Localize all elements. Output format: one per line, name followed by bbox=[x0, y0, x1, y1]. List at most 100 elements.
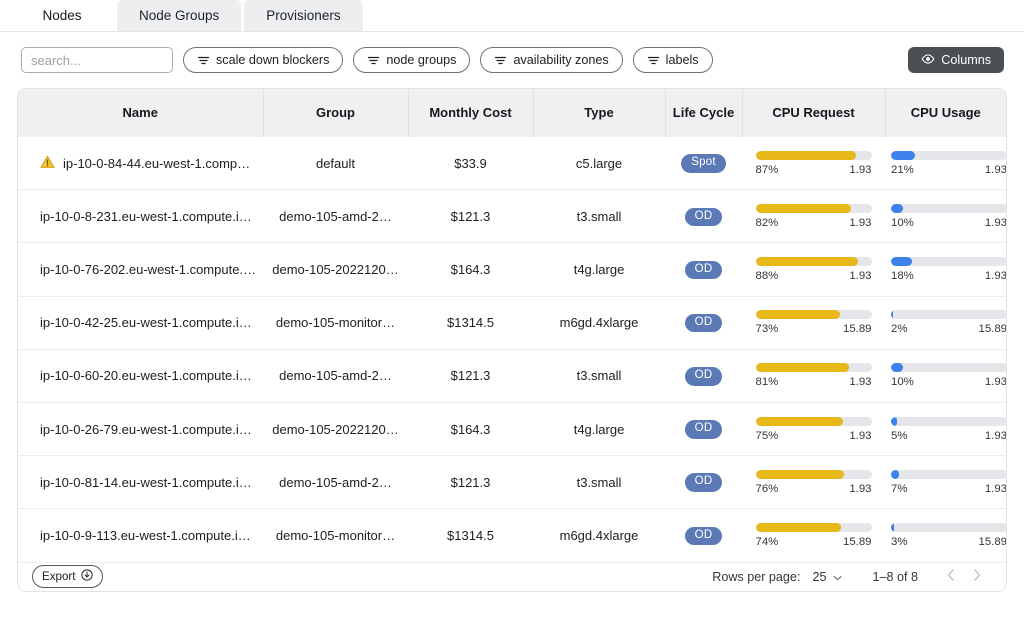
cpu-request-bar-fill bbox=[756, 470, 844, 479]
instance-type: c5.large bbox=[576, 156, 622, 171]
cpu-request-value: 1.93 bbox=[849, 217, 871, 229]
cpu-request-bar-fill bbox=[756, 151, 857, 160]
tab-provisioners[interactable]: Provisioners bbox=[244, 0, 362, 31]
column-header-cpu-usage[interactable]: CPU Usage bbox=[885, 89, 1006, 137]
column-header-life-cycle[interactable]: Life Cycle bbox=[665, 89, 742, 137]
monthly-cost-value: $1314.5 bbox=[447, 528, 494, 543]
cell-type: t3.small bbox=[533, 190, 665, 243]
cpu-request-labels: 76%1.93 bbox=[756, 483, 872, 495]
rows-per-page-select[interactable]: 25 bbox=[812, 570, 842, 584]
node-name: ip-10-0-84-44.eu-west-1.comput… bbox=[63, 156, 257, 171]
cell-name: ip-10-0-81-14.eu-west-1.compute.int… bbox=[18, 456, 263, 509]
table-row[interactable]: ip-10-0-84-44.eu-west-1.comput… default $3… bbox=[18, 137, 1006, 190]
column-header-cpu-request[interactable]: CPU Request bbox=[742, 89, 885, 137]
cell-name: ip-10-0-26-79.eu-west-1.compute.int… bbox=[18, 402, 263, 455]
table-row[interactable]: ip-10-0-26-79.eu-west-1.compute.int… demo… bbox=[18, 402, 1006, 455]
cpu-usage-bar-fill bbox=[891, 257, 912, 266]
cpu-request-metric: 87%1.93 bbox=[756, 151, 872, 176]
cpu-usage-labels: 10%1.93 bbox=[891, 376, 1006, 388]
life-cycle-badge: OD bbox=[685, 314, 723, 333]
cpu-usage-value: 1.93 bbox=[985, 217, 1006, 229]
life-cycle-badge: Spot bbox=[681, 154, 725, 173]
cell-group: demo-105-monitor… bbox=[263, 296, 408, 349]
column-header-monthly-cost[interactable]: Monthly Cost bbox=[408, 89, 533, 137]
cell-cpu-request: 76%1.93 bbox=[742, 456, 885, 509]
tab-nodes[interactable]: Nodes bbox=[10, 0, 114, 31]
cpu-request-metric: 73%15.89 bbox=[756, 310, 872, 335]
cpu-request-metric: 82%1.93 bbox=[756, 204, 872, 229]
columns-button[interactable]: Columns bbox=[908, 47, 1004, 73]
table-row[interactable]: ip-10-0-76-202.eu-west-1.compute.i…demo-… bbox=[18, 243, 1006, 296]
search-input[interactable] bbox=[21, 47, 173, 73]
filter-node-groups[interactable]: node groups bbox=[353, 47, 470, 73]
cpu-request-percent: 75% bbox=[756, 430, 779, 442]
warning-icon bbox=[40, 155, 55, 172]
cell-cpu-usage: 10% 1.93 bbox=[885, 190, 1006, 243]
tab-node-groups[interactable]: Node Groups bbox=[117, 0, 241, 31]
cell-type: m6gd.4xlarge bbox=[533, 509, 665, 562]
table-footer: Export Rows per page: 25 1–8 of 8 bbox=[18, 562, 1006, 592]
toolbar: scale down blockers node groups availabi… bbox=[0, 32, 1024, 88]
cell-group: default bbox=[263, 137, 408, 190]
cpu-usage-labels: 18%1.93 bbox=[891, 270, 1006, 282]
group-name: demo-105-2022120… bbox=[272, 422, 398, 437]
cell-life-cycle: OD bbox=[665, 402, 742, 455]
cpu-usage-bar-fill bbox=[891, 310, 893, 319]
column-header-group[interactable]: Group bbox=[263, 89, 408, 137]
cell-cpu-usage: 7%1.93 bbox=[885, 456, 1006, 509]
pagination: Rows per page: 25 1–8 of 8 bbox=[712, 564, 990, 590]
cpu-usage-metric: 7%1.93 bbox=[891, 470, 1006, 495]
monthly-cost-value: $33.9 bbox=[454, 156, 487, 171]
group-name: demo-105-amd-2… bbox=[279, 209, 392, 224]
cpu-usage-percent: 5% bbox=[891, 430, 907, 442]
cell-type: t4g.large bbox=[533, 402, 665, 455]
filter-scale-down-blockers[interactable]: scale down blockers bbox=[183, 47, 343, 73]
next-page-button[interactable] bbox=[964, 564, 990, 590]
cell-monthly-cost: $121.3 bbox=[408, 349, 533, 402]
table-row[interactable]: ip-10-0-8-231.eu-west-1.compute.int… demo… bbox=[18, 190, 1006, 243]
cell-name: ip-10-0-9-113.eu-west-1.compute.int… bbox=[18, 509, 263, 562]
life-cycle-badge: OD bbox=[685, 473, 723, 492]
life-cycle-badge: OD bbox=[685, 527, 723, 546]
cell-name: ip-10-0-8-231.eu-west-1.compute.int… bbox=[18, 190, 263, 243]
cpu-usage-bar-track bbox=[891, 257, 1006, 266]
filter-labels[interactable]: labels bbox=[633, 47, 713, 73]
cell-cpu-request: 88%1.93 bbox=[742, 243, 885, 296]
instance-type: t3.small bbox=[577, 368, 622, 383]
tab-nodes-label: Nodes bbox=[42, 8, 81, 23]
tab-node-groups-label: Node Groups bbox=[139, 8, 219, 23]
life-cycle-badge: OD bbox=[685, 367, 723, 386]
table-row[interactable]: ip-10-0-42-25.eu-west-1.compute.int…demo… bbox=[18, 296, 1006, 349]
table-body: ip-10-0-84-44.eu-west-1.comput… default $3… bbox=[18, 137, 1006, 562]
cpu-request-percent: 74% bbox=[756, 536, 779, 548]
cell-life-cycle: OD bbox=[665, 296, 742, 349]
rows-per-page-value: 25 bbox=[812, 570, 826, 584]
column-header-name[interactable]: Name bbox=[18, 89, 263, 137]
cell-cpu-request: 81%1.93 bbox=[742, 349, 885, 402]
cell-group: demo-105-amd-2… bbox=[263, 190, 408, 243]
cell-monthly-cost: $1314.5 bbox=[408, 509, 533, 562]
cpu-usage-value: 1.93 bbox=[985, 376, 1006, 388]
filter-labels-label: labels bbox=[666, 53, 699, 67]
group-name: demo-105-monitor… bbox=[276, 528, 395, 543]
filter-availability-zones[interactable]: availability zones bbox=[480, 47, 622, 73]
cpu-request-value: 1.93 bbox=[849, 430, 871, 442]
cell-name: ip-10-0-76-202.eu-west-1.compute.i… bbox=[18, 243, 263, 296]
table-row[interactable]: ip-10-0-60-20.eu-west-1.compute.in…demo-… bbox=[18, 349, 1006, 402]
group-name: demo-105-monitor… bbox=[276, 315, 395, 330]
cpu-usage-percent: 10% bbox=[891, 217, 914, 229]
instance-type: t3.small bbox=[577, 209, 622, 224]
column-header-type[interactable]: Type bbox=[533, 89, 665, 137]
table-row[interactable]: ip-10-0-9-113.eu-west-1.compute.int… demo… bbox=[18, 509, 1006, 562]
node-name: ip-10-0-26-79.eu-west-1.compute.int… bbox=[40, 422, 257, 437]
cpu-request-labels: 73%15.89 bbox=[756, 323, 872, 335]
cpu-usage-bar-fill bbox=[891, 204, 903, 213]
cell-type: t3.small bbox=[533, 456, 665, 509]
cpu-usage-percent: 7% bbox=[891, 483, 907, 495]
table-row[interactable]: ip-10-0-81-14.eu-west-1.compute.int…demo… bbox=[18, 456, 1006, 509]
export-button[interactable]: Export bbox=[32, 565, 103, 588]
previous-page-button[interactable] bbox=[938, 564, 964, 590]
cpu-usage-metric: 18%1.93 bbox=[891, 257, 1006, 282]
cpu-request-bar-track bbox=[756, 417, 872, 426]
cpu-request-value: 1.93 bbox=[849, 164, 871, 176]
